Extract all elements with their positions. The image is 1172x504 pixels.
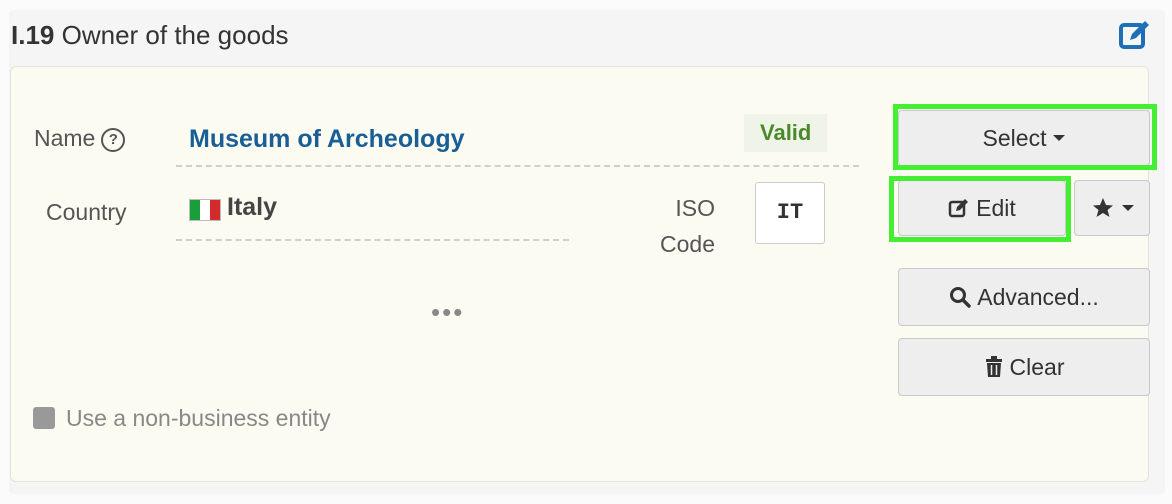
name-value[interactable]: Museum of Archeology xyxy=(189,125,465,154)
country-label: Country xyxy=(46,199,127,225)
non-business-label: Use a non-business entity xyxy=(66,405,331,431)
help-icon[interactable]: ? xyxy=(101,128,126,152)
iso-code-value: IT xyxy=(755,182,825,244)
select-button[interactable]: Select xyxy=(898,110,1150,166)
star-icon xyxy=(1092,198,1113,217)
advanced-button-label: Advanced... xyxy=(977,283,1099,310)
non-business-checkbox[interactable] xyxy=(33,407,55,429)
status-badge: Valid xyxy=(744,114,828,152)
edit-button[interactable]: Edit xyxy=(898,180,1066,236)
iso-code-label: ISO Code xyxy=(651,190,715,262)
iso-label-line1: ISO xyxy=(675,195,715,221)
trash-icon xyxy=(985,356,1002,377)
italy-flag-icon xyxy=(189,199,221,221)
advanced-search-button[interactable]: Advanced... xyxy=(898,268,1150,326)
section-title-text: Owner of the goods xyxy=(61,20,289,50)
clear-button-label: Clear xyxy=(1009,353,1065,380)
country-divider xyxy=(176,239,569,241)
caret-down-icon xyxy=(1121,205,1134,211)
section-title: I.19 Owner of the goods xyxy=(11,20,289,51)
section-number: I.19 xyxy=(11,20,55,50)
more-ellipsis[interactable]: ••• xyxy=(431,297,464,328)
name-divider xyxy=(176,165,859,167)
select-button-label: Select xyxy=(982,124,1047,151)
name-label-text: Name xyxy=(34,125,96,151)
edit-button-label: Edit xyxy=(976,194,1016,221)
edit-section-icon[interactable] xyxy=(1118,18,1152,52)
name-label: Name? xyxy=(34,125,126,152)
caret-down-icon xyxy=(1053,135,1066,141)
country-value: Italy xyxy=(227,193,278,221)
favorites-dropdown[interactable] xyxy=(1074,180,1150,236)
clear-button[interactable]: Clear xyxy=(898,338,1150,396)
iso-label-line2: Code xyxy=(660,231,715,257)
edit-icon xyxy=(948,199,969,218)
search-icon xyxy=(950,287,972,308)
